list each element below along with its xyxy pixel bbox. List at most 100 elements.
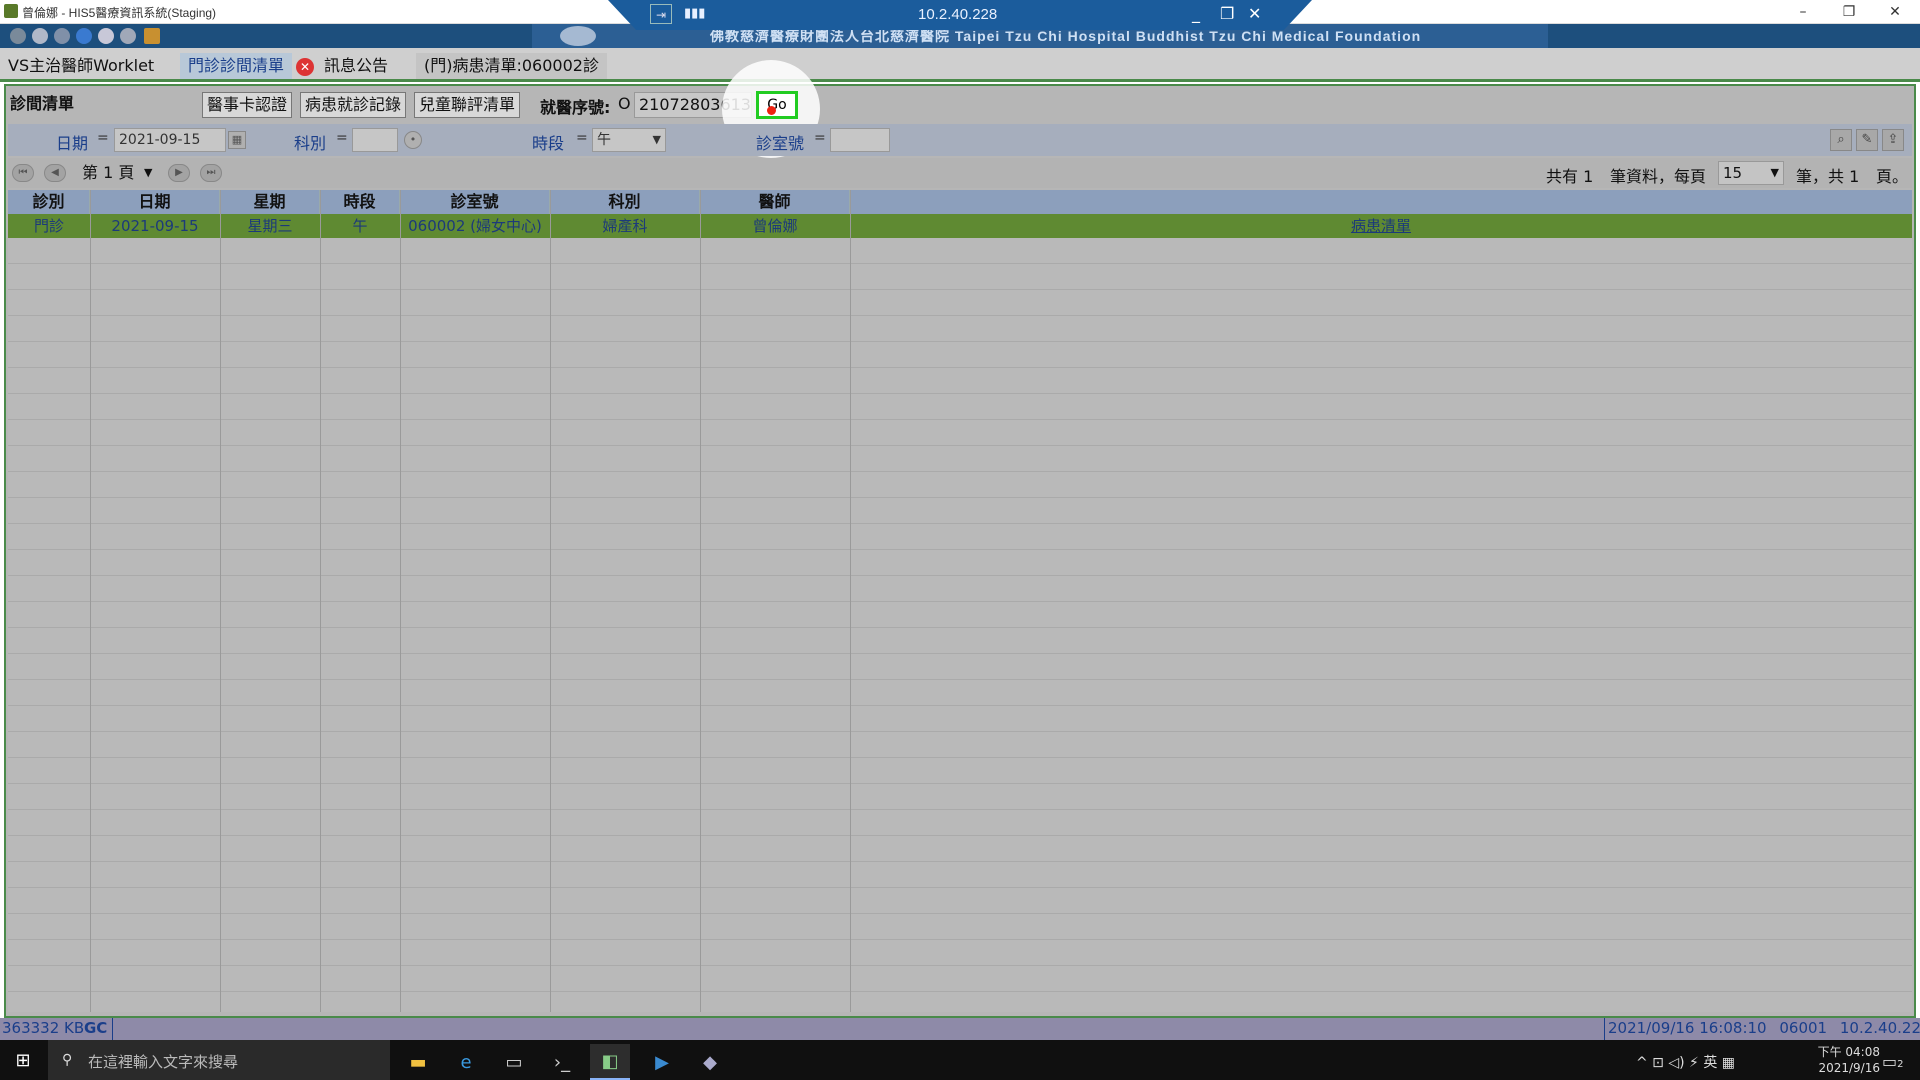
room-eq: = <box>814 130 826 146</box>
hospital-logo <box>560 26 596 46</box>
date-eq: = <box>97 130 109 146</box>
clock-time: 下午 04:08 <box>1817 1045 1880 1059</box>
cell-date: 2021-09-15 <box>111 217 199 235</box>
col-header-dept[interactable]: 科別 <box>550 190 700 214</box>
pin-icon[interactable]: ⇥ <box>650 4 672 24</box>
next-page-icon[interactable]: ▶ <box>168 164 190 182</box>
remote-desktop-icon[interactable]: ▶ <box>642 1044 682 1080</box>
status-code: 06001 <box>1779 1019 1828 1037</box>
page-select[interactable]: 第 1 頁 ▼ <box>76 161 158 185</box>
col-header-period[interactable]: 時段 <box>320 190 400 214</box>
close-button[interactable]: ✕ <box>1872 0 1918 24</box>
col-divider <box>850 190 851 1012</box>
search-placeholder: 在這裡輸入文字來搜尋 <box>88 1053 239 1071</box>
date-input[interactable]: 2021-09-15 <box>114 128 226 152</box>
child-eval-list-button[interactable]: 兒童聯評清單 <box>414 92 521 118</box>
last-page-icon[interactable]: ⏭ <box>200 164 222 182</box>
status-datetime: 2021/09/16 16:08:10 <box>1608 1019 1767 1037</box>
total-records-text: 共有 1 <box>1546 167 1594 186</box>
col-divider <box>550 190 551 1012</box>
his-app-icon[interactable]: ◧ <box>590 1044 630 1080</box>
notification-icon[interactable]: ▭2 <box>1882 1052 1904 1071</box>
cell-dept: 婦產科 <box>602 217 648 235</box>
section-title: 診間清單 <box>10 94 75 113</box>
tab-close-icon[interactable]: ✕ <box>296 58 314 76</box>
tab-announcements[interactable]: 訊息公告 <box>316 53 396 79</box>
tab-clinic-room-list[interactable]: 門診診間清單 <box>180 53 293 79</box>
tab-vs-worklet[interactable]: VS主治醫師Worklet <box>0 53 162 79</box>
export-icon[interactable]: ⇪ <box>1882 129 1904 151</box>
command-prompt-icon[interactable]: ›_ <box>542 1044 582 1080</box>
date-label: 日期 <box>56 134 89 153</box>
memory-usage: 363332 KB <box>2 1019 85 1037</box>
go-button[interactable]: Go <box>756 91 798 119</box>
phone-icon[interactable] <box>54 28 70 44</box>
card-auth-button[interactable]: 醫事卡認證 <box>202 92 293 118</box>
notification-count: 2 <box>1897 1059 1904 1070</box>
file-explorer-icon[interactable]: ▬ <box>398 1044 438 1080</box>
dept-search-icon[interactable]: • <box>404 131 422 149</box>
tools-icon[interactable] <box>120 28 136 44</box>
status-ip: 10.2.40.228 <box>1839 1019 1920 1037</box>
bulb-icon[interactable] <box>98 28 114 44</box>
page-value: 第 1 頁 <box>82 163 135 182</box>
cell-room: 060002 (婦女中心) <box>408 217 542 235</box>
first-page-icon[interactable]: ⏮ <box>12 164 34 182</box>
chevron-down-icon: ▼ <box>652 133 661 146</box>
dept-label: 科別 <box>294 134 327 153</box>
minimize-button[interactable]: – <box>1780 0 1826 24</box>
col-header-doctor[interactable]: 醫師 <box>700 190 850 214</box>
rdp-restore-button[interactable]: ❐ <box>1220 4 1234 23</box>
total-pages-text: 筆，共 1 <box>1796 167 1860 186</box>
per-page-label: 筆資料，每頁 <box>1610 167 1707 186</box>
dept-input[interactable] <box>352 128 398 152</box>
tab-patient-list[interactable]: (門)病患清單:060002診 <box>416 53 607 79</box>
terminal-icon[interactable]: ▭ <box>494 1044 534 1080</box>
settings-icon[interactable] <box>32 28 48 44</box>
menu-icon[interactable] <box>10 28 26 44</box>
patient-list-link[interactable]: 病患清單 <box>850 214 1912 238</box>
col-header-weekday[interactable]: 星期 <box>220 190 320 214</box>
status-divider <box>112 1018 113 1040</box>
col-header-type[interactable]: 診別 <box>8 190 90 214</box>
cell-period: 午 <box>352 217 368 235</box>
col-divider <box>700 190 701 1012</box>
ie-browser-icon[interactable]: e <box>446 1044 486 1080</box>
status-divider <box>1604 1018 1605 1040</box>
exit-icon[interactable] <box>144 28 160 44</box>
remote-ip: 10.2.40.228 <box>918 6 998 23</box>
cell-doctor: 曾倫娜 <box>752 217 798 235</box>
period-select[interactable]: 午 ▼ <box>592 128 666 152</box>
cell-type: 門診 <box>33 217 64 235</box>
binoculars-icon[interactable]: ⌕ <box>1830 129 1852 151</box>
period-label: 時段 <box>532 134 565 153</box>
col-header-room[interactable]: 診室號 <box>400 190 550 214</box>
clear-icon[interactable]: ✎ <box>1856 129 1878 151</box>
calendar-icon[interactable]: ▦ <box>228 131 246 149</box>
col-header-date[interactable]: 日期 <box>90 190 220 214</box>
info-icon[interactable] <box>76 28 92 44</box>
window-title: 曾倫娜 - HIS5醫療資訊系統(Staging) <box>22 6 217 20</box>
windows-start-icon[interactable]: ⊞ <box>12 1050 34 1072</box>
system-tray[interactable]: ^ ⊡ ◁) ⚡ 英 ▦ <box>1636 1052 1735 1072</box>
signal-icon: ▮▮▮ <box>684 6 706 21</box>
cursor-indicator <box>767 106 776 115</box>
app-icon-7[interactable]: ◆ <box>690 1044 730 1080</box>
patient-records-button[interactable]: 病患就診記錄 <box>300 92 407 118</box>
period-value: 午 <box>597 132 611 148</box>
per-page-value: 15 <box>1723 164 1743 182</box>
visit-number-label: 就醫序號: <box>540 98 611 117</box>
room-input[interactable] <box>830 128 890 152</box>
taskbar-clock[interactable]: 下午 04:08 2021/9/16 <box>1790 1044 1880 1076</box>
rdp-close-button[interactable]: ✕ <box>1248 4 1261 23</box>
rdp-minimize-button[interactable]: _ <box>1192 4 1200 23</box>
page-suffix-text: 頁。 <box>1876 167 1909 186</box>
room-label: 診室號 <box>756 134 805 153</box>
period-eq: = <box>576 130 588 146</box>
per-page-select[interactable]: 15 ▼ <box>1718 161 1784 185</box>
col-divider <box>220 190 221 1012</box>
prev-page-icon[interactable]: ◀ <box>44 164 66 182</box>
restore-button[interactable]: ❐ <box>1826 0 1872 24</box>
gc-button[interactable]: GC <box>84 1019 107 1037</box>
remote-connection-bar: ⇥ ▮▮▮ 10.2.40.228 _ ❐ ✕ <box>608 0 1312 30</box>
